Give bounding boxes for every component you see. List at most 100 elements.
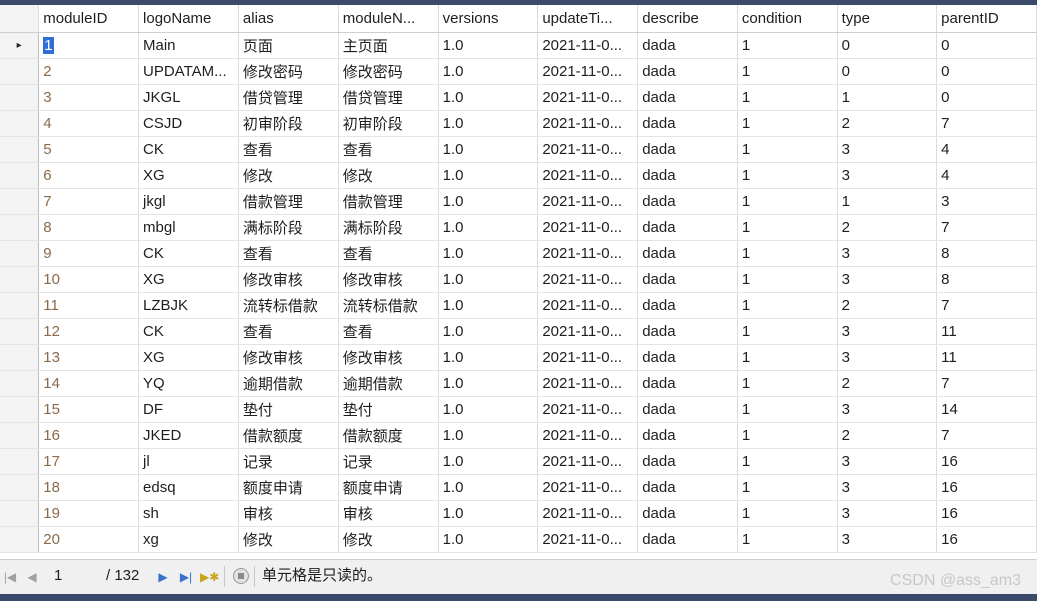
table-cell[interactable]: 查看 [338, 240, 439, 267]
table-cell[interactable]: dada [637, 240, 738, 267]
table-cell[interactable]: xg [138, 526, 239, 553]
table-cell[interactable]: 2021-11-0... [537, 396, 639, 423]
table-cell[interactable]: 查看 [338, 136, 439, 163]
row-selector[interactable] [0, 474, 40, 501]
table-cell[interactable]: 0 [837, 58, 938, 85]
table-cell[interactable]: 7 [38, 188, 140, 215]
table-cell[interactable]: 3 [837, 318, 938, 345]
table-cell[interactable]: 1.0 [438, 370, 539, 397]
table-cell[interactable]: 12 [38, 318, 140, 345]
table-row[interactable]: 20 xg 修改 修改 1.0 2021-11-0... dada 1 3 16 [0, 526, 1037, 553]
table-cell[interactable]: 3 [837, 136, 938, 163]
table-cell[interactable]: 9 [38, 240, 140, 267]
table-cell[interactable]: 3 [837, 266, 938, 293]
table-cell[interactable]: 2 [837, 422, 938, 449]
table-cell[interactable]: 1.0 [438, 32, 539, 59]
table-cell[interactable]: 满标阶段 [338, 214, 439, 241]
table-cell[interactable]: 8 [38, 214, 140, 241]
table-cell[interactable]: 借款管理 [338, 188, 439, 215]
row-selector[interactable] [0, 266, 40, 293]
table-cell[interactable]: 1 [737, 318, 838, 345]
table-cell[interactable]: 1.0 [438, 344, 539, 371]
table-cell[interactable]: 1 [737, 474, 838, 501]
table-cell[interactable]: dada [637, 318, 738, 345]
table-cell[interactable]: 垫付 [338, 396, 439, 423]
table-cell[interactable]: dada [637, 500, 738, 527]
table-cell[interactable]: 额度申请 [238, 474, 339, 501]
table-row[interactable]: 16 JKED 借款额度 借款额度 1.0 2021-11-0... dada 1 2 7 [0, 422, 1037, 449]
table-cell[interactable]: 4 [936, 162, 1037, 189]
table-cell[interactable]: 1 [737, 292, 838, 319]
table-cell[interactable]: 1 [737, 188, 838, 215]
table-cell[interactable]: 查看 [238, 318, 339, 345]
table-cell[interactable]: 1 [837, 84, 938, 111]
table-cell[interactable]: 16 [936, 448, 1037, 475]
table-cell[interactable]: edsq [138, 474, 239, 501]
table-cell[interactable]: 1 [38, 32, 140, 59]
table-cell[interactable]: 1 [737, 240, 838, 267]
table-cell[interactable]: 3 [837, 526, 938, 553]
row-selector[interactable] [0, 448, 40, 475]
table-cell[interactable]: 2 [837, 110, 938, 137]
table-cell[interactable]: dada [637, 110, 738, 137]
table-cell[interactable]: 7 [936, 422, 1037, 449]
table-cell[interactable]: 16 [38, 422, 140, 449]
table-cell[interactable]: 3 [837, 500, 938, 527]
table-cell[interactable]: dada [637, 266, 738, 293]
table-cell[interactable]: 0 [936, 58, 1037, 85]
table-cell[interactable]: 逾期借款 [238, 370, 339, 397]
row-selector[interactable] [0, 84, 40, 111]
row-selector[interactable] [0, 214, 40, 241]
table-row[interactable]: 2 UPDATAM... 修改密码 修改密码 1.0 2021-11-0... dada 1 0… [0, 58, 1037, 85]
table-cell[interactable]: CK [138, 136, 239, 163]
table-cell[interactable]: 1 [737, 448, 838, 475]
table-cell[interactable]: 1 [737, 84, 838, 111]
table-cell[interactable]: 19 [38, 500, 140, 527]
table-row[interactable]: 19 sh 审核 审核 1.0 2021-11-0... dada 1 3 16 [0, 500, 1037, 527]
table-cell[interactable]: 2021-11-0... [537, 318, 639, 345]
table-cell[interactable]: 1.0 [438, 240, 539, 267]
table-cell[interactable]: dada [637, 344, 738, 371]
table-cell[interactable]: 11 [936, 318, 1037, 345]
table-cell[interactable]: 1 [737, 266, 838, 293]
new-record-icon[interactable]: ▶✱ [200, 567, 219, 587]
table-cell[interactable]: 2021-11-0... [537, 162, 639, 189]
table-cell[interactable]: 页面 [238, 32, 339, 59]
table-cell[interactable]: 审核 [338, 500, 439, 527]
table-cell[interactable]: sh [138, 500, 239, 527]
data-grid[interactable]: moduleID logoName alias moduleN... versions u… [0, 5, 1037, 559]
table-cell[interactable]: 2021-11-0... [537, 266, 639, 293]
table-row[interactable]: 11 LZBJK 流转标借款 流转标借款 1.0 2021-11-0... dada 1 2 7 [0, 292, 1037, 319]
table-row[interactable]: 17 jl 记录 记录 1.0 2021-11-0... dada 1 3 16 [0, 448, 1037, 475]
table-cell[interactable]: LZBJK [138, 292, 239, 319]
column-header[interactable]: moduleID [38, 5, 140, 33]
table-cell[interactable]: 2021-11-0... [537, 188, 639, 215]
table-cell[interactable]: 7 [936, 370, 1037, 397]
table-cell[interactable]: 修改审核 [238, 266, 339, 293]
table-cell[interactable]: 2 [38, 58, 140, 85]
row-selector[interactable] [0, 318, 40, 345]
row-selector[interactable] [0, 500, 40, 527]
table-cell[interactable]: 1.0 [438, 58, 539, 85]
table-row[interactable]: 4 CSJD 初审阶段 初审阶段 1.0 2021-11-0... dada 1 2 7 [0, 110, 1037, 137]
row-selector[interactable] [0, 526, 40, 553]
table-cell[interactable]: JKGL [138, 84, 239, 111]
table-cell[interactable]: 1.0 [438, 526, 539, 553]
column-header[interactable]: condition [737, 5, 838, 33]
table-cell[interactable]: 2021-11-0... [537, 292, 639, 319]
table-cell[interactable]: XG [138, 266, 239, 293]
table-cell[interactable]: 1 [737, 110, 838, 137]
table-cell[interactable]: 1 [737, 162, 838, 189]
table-cell[interactable]: 17 [38, 448, 140, 475]
table-cell[interactable]: 2 [837, 292, 938, 319]
column-header[interactable]: logoName [138, 5, 239, 33]
table-cell[interactable]: CK [138, 240, 239, 267]
table-cell[interactable]: dada [637, 474, 738, 501]
table-cell[interactable]: 1.0 [438, 448, 539, 475]
table-cell[interactable]: 18 [38, 474, 140, 501]
column-header[interactable]: updateTi... [537, 5, 639, 33]
table-cell[interactable]: 11 [936, 344, 1037, 371]
stop-icon[interactable] [233, 568, 249, 584]
table-cell[interactable]: 1.0 [438, 214, 539, 241]
table-cell[interactable]: 借款额度 [238, 422, 339, 449]
